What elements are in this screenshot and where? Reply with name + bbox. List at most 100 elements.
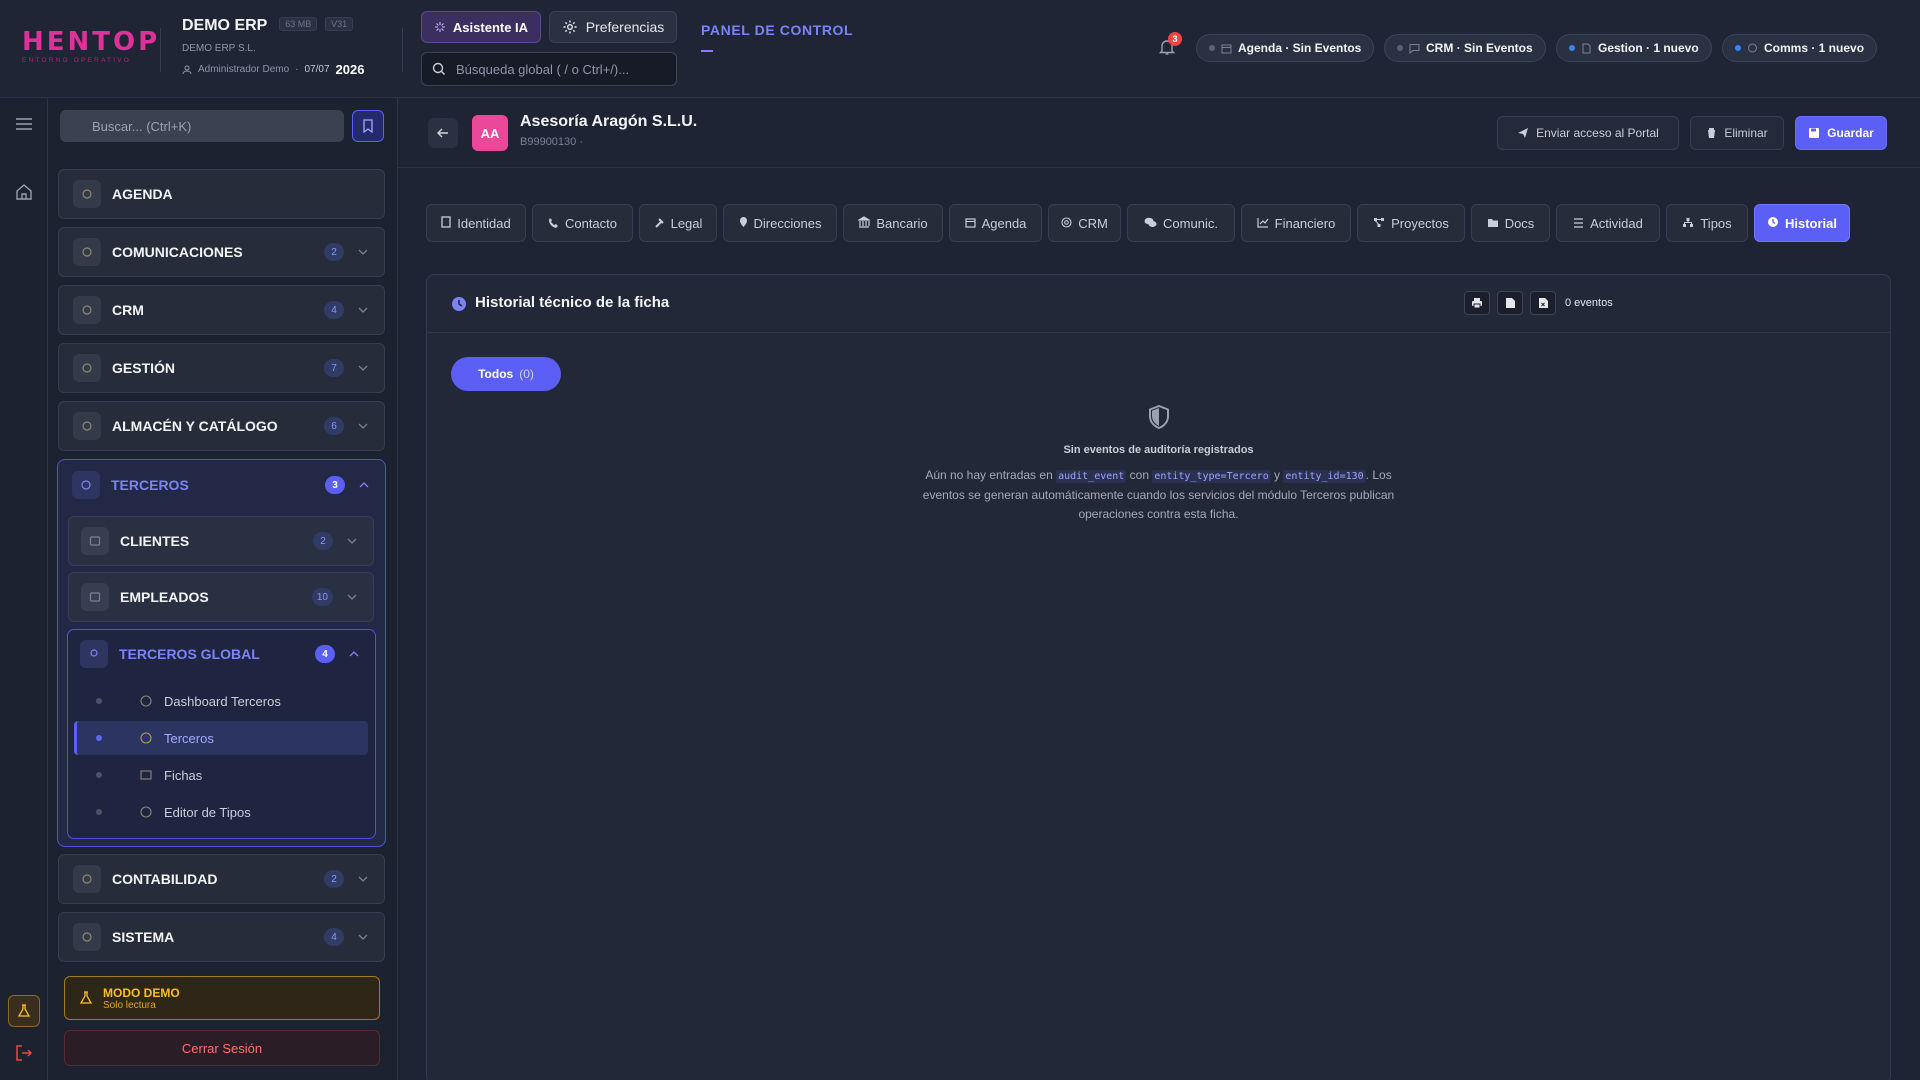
- chevron-up-icon: [357, 478, 371, 492]
- ai-assistant-label: Asistente IA: [452, 19, 529, 35]
- tab-financiero[interactable]: Financiero: [1241, 204, 1351, 242]
- floppy-disk-icon: [1809, 128, 1820, 138]
- chat-bubble-icon: [1748, 43, 1757, 52]
- tab-comunicaciones[interactable]: Comunic.: [1127, 204, 1235, 242]
- back-button[interactable]: [428, 118, 458, 148]
- module-icon: [72, 471, 100, 499]
- demo-mode-button[interactable]: [8, 995, 40, 1027]
- chevron-down-icon: [356, 872, 370, 886]
- module-icon: [73, 296, 101, 324]
- tab-historial[interactable]: Historial: [1754, 204, 1850, 242]
- ai-assistant-button[interactable]: Asistente IA: [421, 11, 541, 43]
- notifications-button[interactable]: 3: [1158, 32, 1182, 58]
- tab-label: Legal: [670, 215, 703, 231]
- tab-docs[interactable]: Docs: [1471, 204, 1550, 242]
- tab-tipos[interactable]: Tipos: [1666, 204, 1748, 242]
- sidebar-leaf-dashboard-terceros[interactable]: Dashboard Terceros: [74, 684, 368, 718]
- tab-proyectos[interactable]: Proyectos: [1357, 204, 1465, 242]
- sidebar-item-badge: 2: [313, 532, 333, 550]
- sidebar-search-input[interactable]: [92, 118, 322, 134]
- sidebar-item-badge: 6: [324, 417, 344, 435]
- sidebar-item-crm[interactable]: CRM 4: [58, 285, 385, 335]
- pin-sidebar-button[interactable]: [352, 110, 384, 142]
- sidebar-item-empleados[interactable]: EMPLEADOS 10: [68, 572, 374, 622]
- logo-subtitle: ENTORNO OPERATIVO: [22, 57, 132, 64]
- events-count: 0 eventos: [1565, 297, 1613, 309]
- status-pill-crm[interactable]: CRM · Sin Eventos: [1384, 34, 1546, 62]
- code-entity-id: entity_id=130: [1283, 470, 1366, 483]
- save-label: Guardar: [1827, 126, 1874, 140]
- tab-legal[interactable]: Legal: [639, 204, 717, 242]
- bullet-dot: [96, 735, 102, 741]
- status-pill-gestion[interactable]: Gestion · 1 nuevo: [1556, 34, 1712, 62]
- project-diagram-icon: [1373, 216, 1385, 231]
- status-dot: [1397, 45, 1403, 51]
- sidebar-item-badge: 7: [324, 359, 344, 377]
- status-pill-label: CRM · Sin Eventos: [1426, 41, 1533, 55]
- chevron-down-icon: [345, 590, 359, 604]
- sidebar-search[interactable]: [60, 110, 344, 142]
- sidebar-item-terceros-global[interactable]: TERCEROS GLOBAL 4: [68, 630, 375, 678]
- tab-direcciones[interactable]: Direcciones: [723, 204, 837, 242]
- tab-identidad[interactable]: Identidad: [426, 204, 526, 242]
- logout-icon-button[interactable]: [12, 1041, 36, 1065]
- tab-agenda[interactable]: Agenda: [949, 204, 1042, 242]
- chevron-up-icon: [347, 647, 361, 661]
- app-logo[interactable]: HENTOP ENTORNO OPERATIVO: [22, 28, 157, 68]
- sidebar-item-label: CRM: [112, 302, 144, 318]
- entity-header: AA Asesoría Aragón S.L.U. B99900130 · En…: [398, 98, 1920, 168]
- print-button[interactable]: [1464, 291, 1490, 315]
- tab-label: CRM: [1078, 215, 1108, 231]
- export-pdf-button[interactable]: [1497, 291, 1523, 315]
- sidebar-item-terceros[interactable]: TERCEROS 3: [58, 460, 385, 510]
- status-pill-agenda[interactable]: Agenda · Sin Eventos: [1196, 34, 1375, 62]
- sidebar-leaf-fichas[interactable]: Fichas: [74, 758, 368, 792]
- bullet-dot: [96, 809, 102, 815]
- export-excel-button[interactable]: [1530, 291, 1556, 315]
- demo-mode-subtitle: Solo lectura: [103, 999, 156, 1011]
- tab-crm[interactable]: CRM: [1048, 204, 1121, 242]
- list-icon: [1573, 216, 1584, 231]
- tab-label: Historial: [1784, 215, 1837, 231]
- sidebar-group-terceros-global: TERCEROS GLOBAL 4 Dashboard Terceros Ter…: [67, 629, 376, 839]
- sidebar-leaf-terceros[interactable]: Terceros: [74, 721, 368, 755]
- sidebar-item-sistema[interactable]: SISTEMA 4: [58, 912, 385, 962]
- panel-title[interactable]: PANEL DE CONTROL: [701, 22, 853, 38]
- status-pill-comms[interactable]: Comms · 1 nuevo: [1722, 34, 1878, 62]
- users-icon: [138, 730, 154, 746]
- empty-state-description: Aún no hay entradas en audit_event con e…: [919, 466, 1399, 524]
- save-button[interactable]: Guardar: [1795, 116, 1887, 150]
- sidebar-item-agenda[interactable]: AGENDA: [58, 169, 385, 219]
- flask-icon: [79, 991, 93, 1004]
- main-content: AA Asesoría Aragón S.L.U. B99900130 · En…: [398, 98, 1920, 1080]
- tab-actividad[interactable]: Actividad: [1556, 204, 1660, 242]
- tab-bancario[interactable]: Bancario: [843, 204, 943, 242]
- sparkle-icon: [434, 22, 445, 32]
- map-pin-icon: [739, 216, 748, 231]
- sidebar-item-contabilidad[interactable]: CONTABILIDAD 2: [58, 854, 385, 904]
- sidebar-item-almacen[interactable]: ALMACÉN Y CATÁLOGO 6: [58, 401, 385, 451]
- global-search[interactable]: [421, 52, 677, 86]
- separator-dot: ·: [295, 64, 299, 75]
- menu-toggle-button[interactable]: [12, 112, 36, 136]
- panel-title-underline: [701, 50, 713, 52]
- tab-label: Contacto: [564, 215, 618, 231]
- sidebar-item-comunicaciones[interactable]: COMUNICACIONES 2: [58, 227, 385, 277]
- tab-label: Proyectos: [1391, 215, 1449, 231]
- code-audit-event: audit_event: [1056, 470, 1127, 483]
- home-button[interactable]: [12, 180, 36, 204]
- icon-rail: [0, 98, 48, 1080]
- sidebar-item-gestion[interactable]: GESTIÓN 7: [58, 343, 385, 393]
- dashboard-icon: [138, 693, 154, 709]
- tab-contacto[interactable]: Contacto: [532, 204, 633, 242]
- sidebar-item-clientes[interactable]: CLIENTES 2: [68, 516, 374, 566]
- preferences-button[interactable]: Preferencias: [549, 11, 677, 43]
- delete-button[interactable]: Eliminar: [1690, 116, 1784, 150]
- filter-all-button[interactable]: Todos (0): [451, 357, 561, 391]
- sidebar-leaf-editor-tipos[interactable]: Editor de Tipos: [74, 795, 368, 829]
- module-icon: [73, 354, 101, 382]
- logout-button[interactable]: Cerrar Sesión: [64, 1030, 380, 1066]
- sidebar: AGENDA COMUNICACIONES 2 CRM 4 GESTIÓN 7 …: [48, 98, 398, 1080]
- send-portal-access-button[interactable]: Enviar acceso al Portal: [1497, 116, 1679, 150]
- global-search-input[interactable]: [456, 61, 656, 77]
